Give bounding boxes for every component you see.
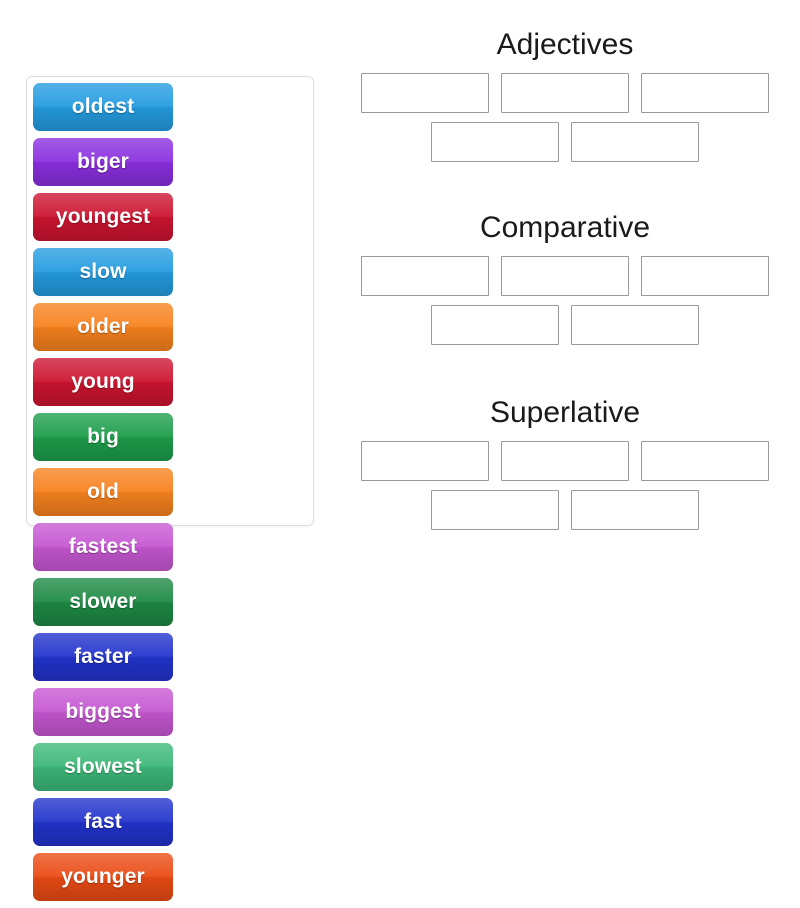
word-tile[interactable]: slower [33,578,173,626]
word-tile-label: slower [69,590,137,613]
word-tile[interactable]: old [33,468,173,516]
drop-slot[interactable] [431,122,559,162]
word-tile[interactable]: younger [33,853,173,901]
drop-slot[interactable] [641,256,769,296]
drop-slot[interactable] [431,490,559,530]
slot-row [340,73,790,113]
drop-slot[interactable] [501,73,629,113]
word-tile-label: older [77,315,129,338]
word-tile[interactable]: fast [33,798,173,846]
word-tile-label: old [87,480,119,503]
word-tile-grid: oldest biger youngest slow older young big old f… [33,83,308,908]
slot-row [340,441,790,481]
word-tile-label: slowest [64,755,142,778]
drop-slot[interactable] [641,73,769,113]
category-zones: Adjectives Comparative Superlative [340,30,790,575]
category-title: Comparative [479,211,651,244]
category-comparative: Comparative [340,213,790,345]
drop-slot[interactable] [361,256,489,296]
drop-slot[interactable] [501,256,629,296]
word-tile[interactable]: biger [33,138,173,186]
word-tile-label: youngest [55,205,151,228]
drop-slot[interactable] [571,305,699,345]
slot-row [340,122,790,162]
drop-slot[interactable] [571,490,699,530]
category-title: Adjectives [496,28,634,61]
drop-slot[interactable] [361,441,489,481]
word-tile-label: younger [61,865,145,888]
word-tile[interactable]: biggest [33,688,173,736]
drop-slot[interactable] [431,305,559,345]
word-tile[interactable]: fastest [33,523,173,571]
word-tile-label: young [71,370,135,393]
word-tile[interactable]: faster [33,633,173,681]
word-tile-label: biggest [65,700,141,723]
word-tile[interactable]: big [33,413,173,461]
slot-row [340,490,790,530]
word-tile-pool[interactable]: oldest biger youngest slow older young big old f… [26,76,314,901]
word-tile[interactable]: oldest [33,83,173,131]
drop-slot[interactable] [641,441,769,481]
word-tile[interactable]: older [33,303,173,351]
word-tile[interactable]: slow [33,248,173,296]
drop-slot[interactable] [361,73,489,113]
word-tile[interactable]: slowest [33,743,173,791]
category-superlative: Superlative [340,398,790,530]
word-tile-label: fastest [68,535,138,558]
word-tile-label: faster [74,645,132,668]
word-tile[interactable]: youngest [33,193,173,241]
slot-row [340,256,790,296]
word-tile-label: fast [84,810,122,833]
word-tile-label: slow [79,260,127,283]
word-tile-label: biger [77,150,129,173]
word-tile-label: oldest [71,95,135,118]
word-tile[interactable]: young [33,358,173,406]
category-adjectives: Adjectives [340,30,790,162]
drop-slot[interactable] [571,122,699,162]
word-tile-label: big [87,425,119,448]
slot-row [340,305,790,345]
drop-slot[interactable] [501,441,629,481]
category-title: Superlative [489,396,641,429]
